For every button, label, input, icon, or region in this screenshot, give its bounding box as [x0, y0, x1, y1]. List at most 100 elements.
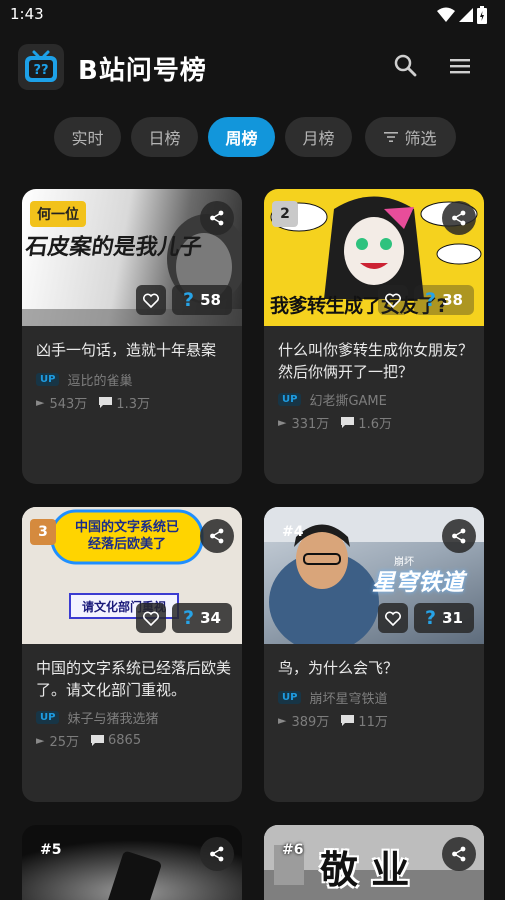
like-button[interactable] [378, 603, 408, 633]
comment-icon [91, 734, 105, 746]
search-icon [394, 54, 417, 77]
wifi-icon [437, 7, 455, 22]
video-thumbnail: 我爹转生成了女友了? 2 ? 38 [264, 189, 484, 326]
stats-row: ► 389万 11万 [278, 711, 388, 730]
share-button[interactable] [200, 519, 234, 553]
comment-icon [341, 714, 355, 726]
up-tag: UP [36, 710, 60, 724]
video-thumbnail: 崩坏 星穹铁道 #4 ? 31 [264, 507, 484, 644]
up-tag: UP [278, 392, 302, 406]
video-card[interactable]: 中国的文字系统已经落后欧美了 请文化部门重视 3 ? 34 中国的文字系统已经落后… [22, 507, 242, 802]
uploader-name: 逗比的雀巢 [67, 373, 133, 389]
share-button[interactable] [200, 837, 234, 871]
tab-label: 实时 [71, 129, 104, 148]
view-count: 389万 [291, 714, 330, 730]
view-count: 543万 [49, 396, 88, 412]
up-tag: UP [278, 690, 302, 704]
video-thumbnail: 中国的文字系统已经落后欧美了 请文化部门重视 3 ? 34 [22, 507, 242, 644]
like-button[interactable] [136, 603, 166, 633]
heart-icon [143, 293, 159, 308]
share-button[interactable] [442, 201, 476, 235]
video-card[interactable]: 敬 业 #6 [264, 825, 484, 900]
thumbnail-caption: 中国的文字系统已经落后欧美了 [74, 520, 179, 552]
uploader-row: UP 幻老撕GAME [278, 390, 387, 409]
thumbnail-caption: 石皮案的是我儿子 [23, 234, 204, 260]
tab-weekly[interactable]: 周榜 [208, 117, 275, 157]
svg-text:??: ?? [33, 63, 48, 78]
rank-badge: 3 [30, 519, 56, 545]
tab-filter[interactable]: 筛选 [365, 117, 456, 157]
view-count: 331万 [291, 416, 330, 432]
tab-label: 筛选 [404, 129, 437, 148]
heart-icon [385, 611, 401, 626]
video-thumbnail: #5 [22, 825, 242, 900]
like-button[interactable] [136, 285, 166, 315]
tab-label: 周榜 [225, 129, 258, 148]
video-thumbnail: 石皮案的是我儿子 何一位 ? 58 [22, 189, 242, 326]
share-icon [452, 210, 466, 226]
heart-icon [143, 611, 159, 626]
app-title: B站问号榜 [78, 56, 207, 86]
share-icon [210, 528, 224, 544]
video-card[interactable]: 崩坏 星穹铁道 #4 ? 31 鸟，为什么会飞？ UP 崩坏星穹铁道 ► 389万 1… [264, 507, 484, 802]
question-count: ? 58 [172, 285, 232, 315]
comment-count: 1.3万 [116, 396, 150, 412]
comment-count: 1.6万 [358, 416, 392, 432]
tab-daily[interactable]: 日榜 [131, 117, 198, 157]
thumbnail-caption: 星穹铁道 [372, 570, 464, 596]
uploader-row: UP 崩坏星穹铁道 [278, 688, 388, 707]
share-button[interactable] [200, 201, 234, 235]
play-icon: ► [36, 733, 45, 747]
share-button[interactable] [442, 519, 476, 553]
comment-icon [99, 396, 113, 408]
share-icon [210, 846, 224, 862]
video-card[interactable]: 我爹转生成了女友了? 2 ? 38 什么叫你爹转生成你女朋友？然后你俩开了一把？ … [264, 189, 484, 484]
status-time: 1:43 [10, 5, 44, 23]
video-thumbnail: 敬 业 #6 [264, 825, 484, 900]
rank-badge: 何一位 [30, 201, 86, 227]
comment-count: 6865 [108, 732, 142, 748]
comment-count: 11万 [358, 714, 388, 730]
rank-badge: #6 [282, 842, 304, 858]
view-count: 25万 [49, 734, 80, 750]
question-mark-icon: ? [183, 289, 195, 311]
question-count: ? 38 [414, 285, 474, 315]
status-bar: 1:43 [0, 0, 505, 28]
rank-badge: #4 [282, 524, 304, 540]
question-mark-icon: ? [425, 607, 437, 629]
filter-icon [384, 132, 399, 142]
uploader-row: UP 逗比的雀巢 [36, 370, 133, 389]
video-title: 中国的文字系统已经落后欧美了。请文化部门重视。 [36, 659, 232, 699]
video-title: 凶手一句话，造就十年悬案 [36, 341, 217, 359]
video-card[interactable]: 石皮案的是我儿子 何一位 ? 58 凶手一句话，造就十年悬案 UP 逗比的雀巢 ► 5… [22, 189, 242, 484]
play-icon: ► [36, 395, 45, 409]
uploader-name: 妹子与猪我选猪 [67, 711, 159, 727]
play-icon: ► [278, 713, 287, 727]
share-icon [210, 210, 224, 226]
search-button[interactable] [392, 52, 420, 80]
question-count: ? 34 [172, 603, 232, 633]
app-logo: ?? [18, 44, 64, 90]
share-button[interactable] [442, 837, 476, 871]
video-title: 鸟，为什么会飞？ [278, 659, 399, 677]
share-icon [452, 846, 466, 862]
tab-monthly[interactable]: 月榜 [285, 117, 352, 157]
question-count-value: 34 [200, 609, 221, 627]
heart-icon [385, 293, 401, 308]
uploader-row: UP 妹子与猪我选猪 [36, 708, 159, 727]
up-tag: UP [36, 372, 60, 386]
video-card[interactable]: #5 [22, 825, 242, 900]
tab-realtime[interactable]: 实时 [54, 117, 121, 157]
video-title: 什么叫你爹转生成你女朋友？然后你俩开了一把？ [278, 341, 474, 381]
question-count-value: 58 [200, 291, 221, 309]
battery-icon [477, 6, 487, 24]
app-bar: ?? B站问号榜 [0, 40, 505, 96]
menu-button[interactable] [446, 52, 474, 80]
question-count-value: 31 [442, 609, 463, 627]
status-icons [437, 6, 487, 24]
question-mark-icon: ? [183, 607, 195, 629]
like-button[interactable] [378, 285, 408, 315]
uploader-name: 崩坏星穹铁道 [309, 691, 388, 707]
thumbnail-caption: 敬 业 [320, 848, 410, 892]
uploader-name: 幻老撕GAME [309, 393, 387, 409]
